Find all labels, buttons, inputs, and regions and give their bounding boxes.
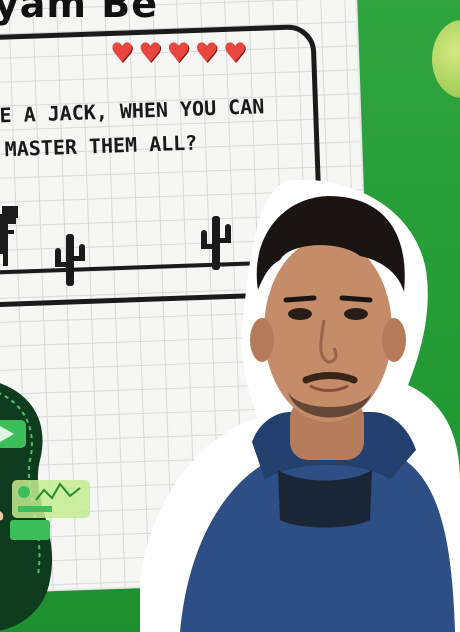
dino-icon	[0, 206, 18, 266]
heart-icon: ♥	[166, 38, 191, 69]
lives-hearts: ♥ ♥ ♥ ♥ ♥	[110, 40, 247, 67]
quote-text: E A JACK, WHEN YOU CAN MASTER THEM ALL?	[0, 88, 311, 167]
video-frame: yam Be ♥ ♥ ♥ ♥ ♥ E A JACK, WHEN YOU CAN …	[0, 0, 460, 632]
heart-icon: ♥	[138, 38, 163, 69]
heart-icon: ♥	[110, 38, 135, 69]
play-icon	[0, 420, 26, 448]
green-illustration	[0, 383, 90, 631]
page-title: yam Be	[0, 0, 158, 26]
chart-card-icon	[12, 480, 90, 518]
heart-icon: ♥	[194, 38, 219, 69]
person-photo	[140, 180, 460, 632]
cactus-icon	[55, 234, 85, 286]
heart-icon: ♥	[222, 38, 248, 69]
